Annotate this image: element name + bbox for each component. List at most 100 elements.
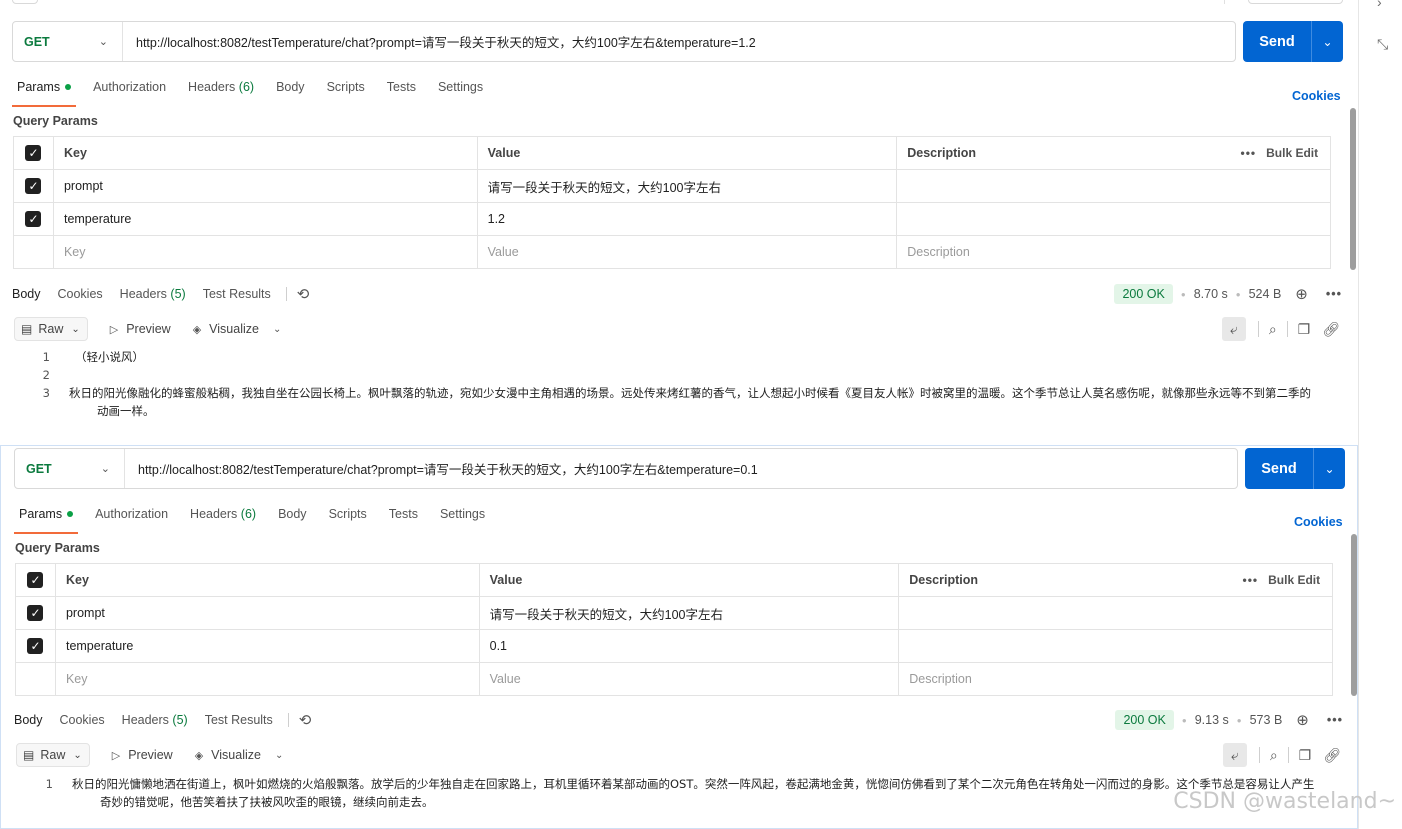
tab-body[interactable]: Body [273, 504, 312, 534]
response-body[interactable]: 1 （轻小说风） 2 3 秋日的阳光像融化的蜂蜜般粘稠，我独自坐在公园长椅上。枫叶飘… [0, 348, 1330, 420]
search-icon[interactable]: ⌕ [1269, 321, 1277, 338]
tab-authorization[interactable]: Authorization [90, 504, 173, 534]
select-all-checkbox[interactable]: ✓ [15, 563, 56, 597]
code-line: 2 [0, 366, 1330, 384]
description-placeholder[interactable]: Description [898, 662, 1333, 696]
tab-scripts[interactable]: Scripts [324, 504, 372, 534]
more-icon[interactable]: ••• [1327, 713, 1343, 727]
value-placeholder[interactable]: Value [476, 235, 898, 269]
link-icon[interactable]: 🔗︎ [1323, 747, 1341, 764]
response-tab-cookies[interactable]: Cookies [60, 713, 105, 727]
row-checkbox[interactable]: ✓ [15, 596, 56, 630]
status-badge[interactable]: 200 OK [1115, 710, 1174, 730]
bulk-edit-button[interactable]: ••• Bulk Edit [1232, 563, 1333, 597]
play-icon: ▷ [109, 323, 119, 336]
tab-params[interactable]: Params [14, 504, 79, 534]
info-icon[interactable]: › [1377, 0, 1382, 10]
format-select[interactable]: ▤ Raw ⌄ [14, 317, 88, 341]
tab-body[interactable]: Body [271, 77, 310, 107]
more-icon: ••• [1240, 146, 1257, 160]
preview-button[interactable]: ▷ Preview [112, 748, 173, 762]
cookies-link[interactable]: Cookies [1294, 515, 1343, 529]
method-select[interactable]: GET ⌄ [15, 449, 125, 488]
param-description-cell[interactable] [896, 169, 1331, 203]
response-body[interactable]: 1 秋日的阳光慵懒地洒在街道上，枫叶如燃烧的火焰般飘落。放学后的少年独自走在回家路… [1, 775, 1331, 811]
visualize-label: Visualize [209, 322, 259, 336]
param-value-cell[interactable]: 请写一段关于秋天的短文，大约100字左右 [478, 596, 900, 630]
toolbar-button[interactable] [12, 0, 38, 4]
tab-settings[interactable]: Settings [433, 77, 488, 107]
wrap-lines-icon[interactable]: ⤶ [1221, 317, 1246, 341]
key-placeholder[interactable]: Key [52, 235, 478, 269]
bulk-edit-button[interactable]: ••• Bulk Edit [1230, 136, 1331, 170]
more-icon[interactable]: ••• [1326, 287, 1342, 301]
scrollbar-thumb[interactable] [1350, 108, 1356, 270]
response-tab-cookies[interactable]: Cookies [58, 287, 103, 301]
tab-scripts[interactable]: Scripts [322, 77, 370, 107]
row-checkbox[interactable]: ✓ [13, 202, 54, 236]
response-size[interactable]: 573 B [1250, 713, 1283, 727]
response-tab-headers[interactable]: Headers (5) [120, 287, 186, 301]
copy-icon[interactable]: ❐ [1298, 321, 1311, 338]
row-checkbox[interactable]: ✓ [15, 629, 56, 663]
response-size[interactable]: 524 B [1249, 287, 1282, 301]
param-value-cell[interactable]: 1.2 [476, 202, 898, 236]
key-placeholder[interactable]: Key [54, 662, 480, 696]
chevron-down-icon[interactable]: ⌄ [273, 324, 281, 335]
chevron-down-icon[interactable]: ⌄ [1314, 462, 1345, 476]
response-tab-test-results[interactable]: Test Results [203, 287, 271, 301]
response-time[interactable]: 8.70 s [1194, 287, 1228, 301]
tab-authorization[interactable]: Authorization [88, 77, 171, 107]
select-all-checkbox[interactable]: ✓ [13, 136, 54, 170]
search-icon[interactable]: ⌕ [1270, 747, 1278, 764]
tab-settings[interactable]: Settings [435, 504, 490, 534]
url-input[interactable]: http://localhost:8082/testTemperature/ch… [125, 459, 758, 478]
toolbar-button[interactable] [1248, 0, 1343, 4]
row-checkbox-empty [15, 662, 56, 696]
param-value-cell[interactable]: 请写一段关于秋天的短文，大约100字左右 [476, 169, 898, 203]
value-placeholder[interactable]: Value [478, 662, 900, 696]
tab-params[interactable]: Params [12, 77, 77, 107]
chevron-down-icon[interactable]: ⌄ [1312, 35, 1343, 49]
preview-button[interactable]: ▷ Preview [110, 322, 171, 336]
response-tab-headers[interactable]: Headers (5) [122, 713, 188, 727]
query-params-title: Query Params [15, 541, 100, 555]
param-key-cell[interactable]: prompt [54, 596, 480, 630]
tab-headers[interactable]: Headers (6) [183, 77, 259, 107]
copy-icon[interactable]: ❐ [1299, 747, 1312, 764]
response-tab-body[interactable]: Body [12, 287, 41, 301]
history-icon[interactable]: ⟲ [297, 285, 310, 303]
response-tab-test-results[interactable]: Test Results [205, 713, 273, 727]
collapse-icon[interactable]: ⤡ [1377, 36, 1388, 53]
send-button[interactable]: Send ⌄ [1243, 21, 1343, 62]
row-checkbox[interactable]: ✓ [13, 169, 54, 203]
param-description-cell[interactable] [896, 202, 1331, 236]
link-icon[interactable]: 🔗︎ [1322, 321, 1340, 338]
tab-headers[interactable]: Headers (6) [185, 504, 261, 534]
param-value-cell[interactable]: 0.1 [478, 629, 900, 663]
response-time[interactable]: 9.13 s [1195, 713, 1229, 727]
send-button[interactable]: Send ⌄ [1245, 448, 1345, 489]
param-key-cell[interactable]: temperature [52, 202, 478, 236]
format-select[interactable]: ▤ Raw ⌄ [16, 743, 90, 767]
method-select[interactable]: GET ⌄ [13, 22, 123, 61]
visualize-button[interactable]: ◈ Visualize [195, 748, 261, 762]
chevron-down-icon[interactable]: ⌄ [275, 750, 283, 761]
cookies-link[interactable]: Cookies [1292, 89, 1341, 103]
url-input[interactable]: http://localhost:8082/testTemperature/ch… [123, 32, 756, 51]
param-key-cell[interactable]: temperature [54, 629, 480, 663]
history-icon[interactable]: ⟲ [299, 711, 312, 729]
description-placeholder[interactable]: Description [896, 235, 1331, 269]
param-description-cell[interactable] [898, 629, 1333, 663]
response-tab-body[interactable]: Body [14, 713, 43, 727]
param-description-cell[interactable] [898, 596, 1333, 630]
visualize-button[interactable]: ◈ Visualize [193, 322, 259, 336]
param-key-cell[interactable]: prompt [52, 169, 478, 203]
scrollbar-thumb[interactable] [1351, 534, 1357, 696]
globe-icon[interactable]: ⊕ [1296, 711, 1309, 729]
tab-tests[interactable]: Tests [384, 504, 423, 534]
tab-tests[interactable]: Tests [382, 77, 421, 107]
wrap-lines-icon[interactable]: ⤶ [1222, 743, 1247, 767]
status-badge[interactable]: 200 OK [1114, 284, 1173, 304]
globe-icon[interactable]: ⊕ [1295, 285, 1308, 303]
